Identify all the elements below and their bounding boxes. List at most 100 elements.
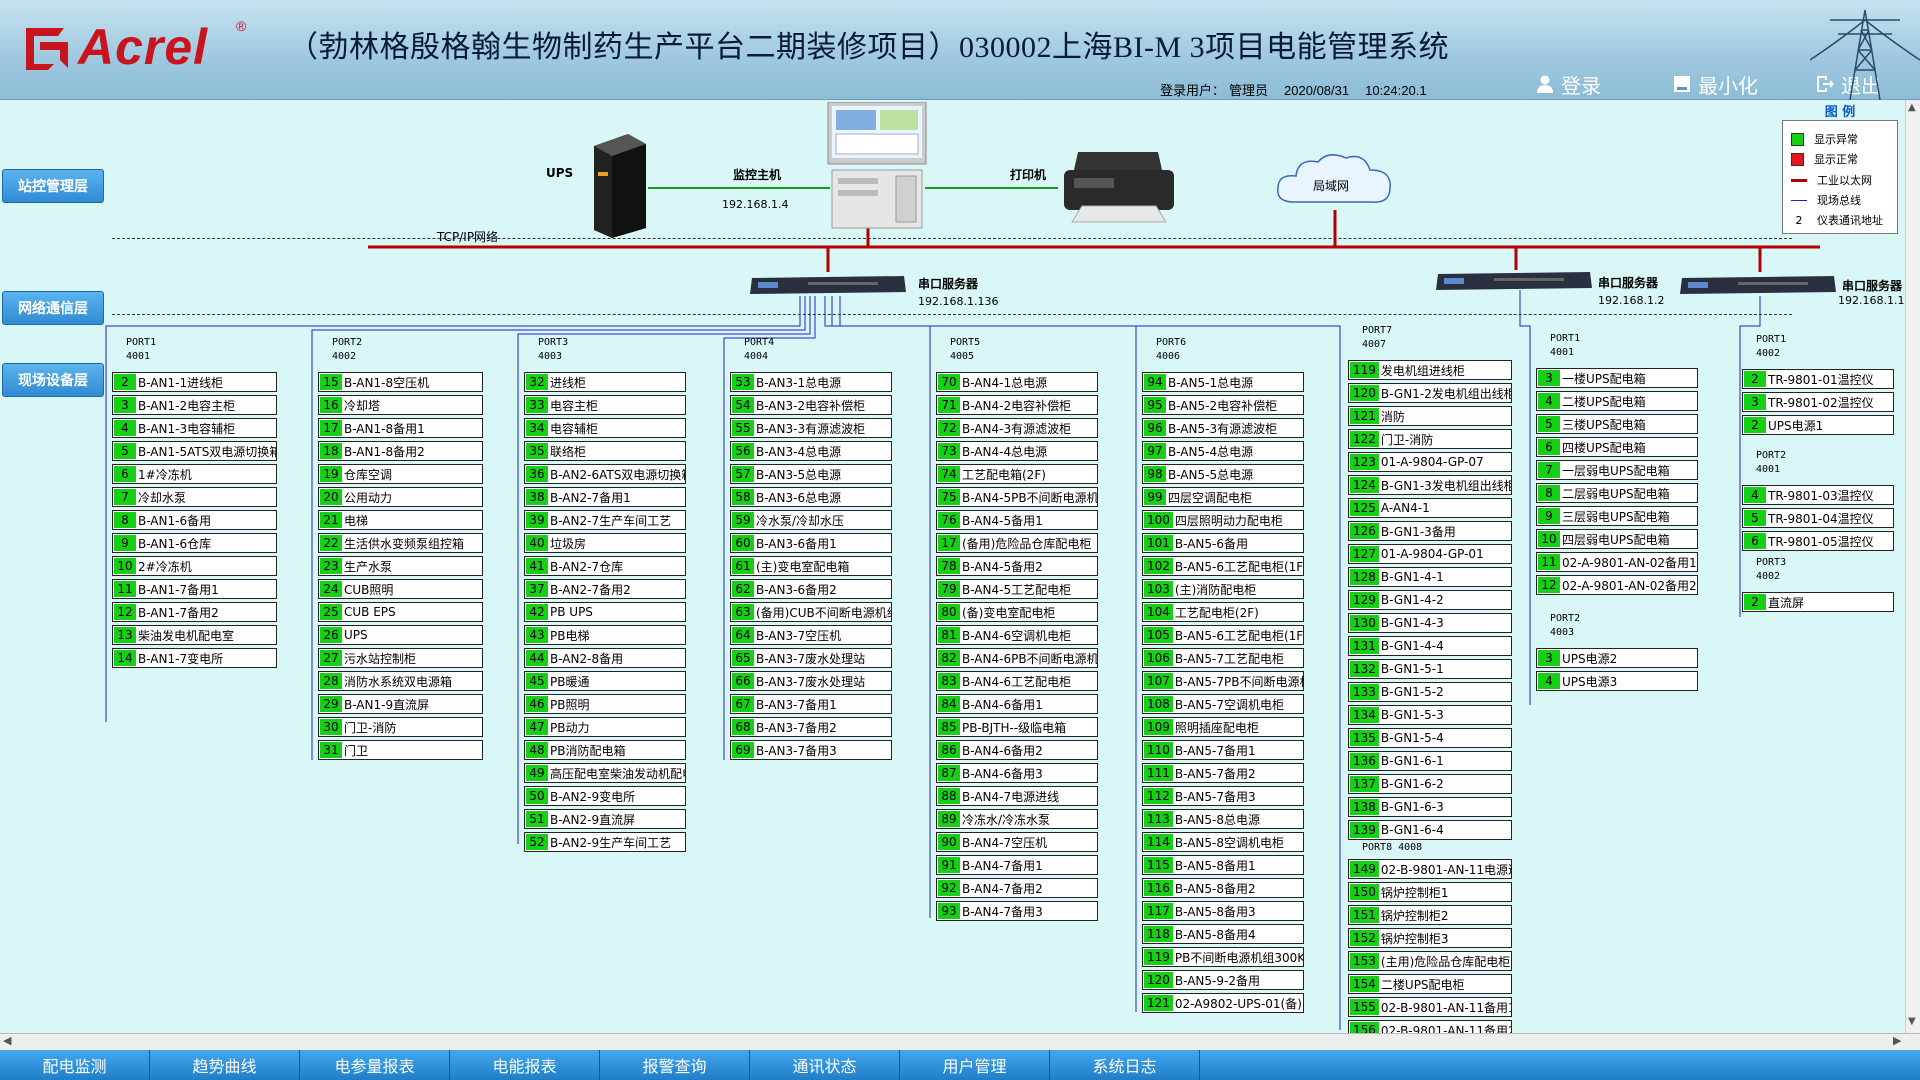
device-row[interactable]: 27 污水站控制柜 [318, 648, 483, 668]
device-row[interactable]: 10 四层弱电UPS配电箱 [1536, 529, 1698, 549]
device-row[interactable]: 135 B-GN1-5-4 [1348, 728, 1512, 748]
device-row[interactable]: 5 B-AN1-5ATS双电源切换箱 [112, 441, 277, 461]
device-row[interactable]: 66 B-AN3-7废水处理站 [730, 671, 892, 691]
device-row[interactable]: 26 UPS [318, 625, 483, 645]
device-row[interactable]: 98 B-AN5-5总电源 [1142, 464, 1304, 484]
device-row[interactable]: 87 B-AN4-6备用3 [936, 763, 1098, 783]
device-row[interactable]: 120 B-GN1-2发电机组出线柜 [1348, 383, 1512, 403]
device-row[interactable]: 94 B-AN5-1总电源 [1142, 372, 1304, 392]
device-row[interactable]: 92 B-AN4-7备用2 [936, 878, 1098, 898]
device-row[interactable]: 39 B-AN2-7生产车间工艺 [524, 510, 686, 530]
device-row[interactable]: 76 B-AN4-5备用1 [936, 510, 1098, 530]
device-row[interactable]: 75 B-AN4-5PB不间断电源机组 [936, 487, 1098, 507]
device-row[interactable]: 152 锅炉控制柜3 [1348, 928, 1512, 948]
device-row[interactable]: 129 B-GN1-4-2 [1348, 590, 1512, 610]
device-row[interactable]: 107B-AN5-7PB不间断电源机组 [1142, 671, 1304, 691]
device-row[interactable]: 5 三楼UPS配电箱 [1536, 414, 1698, 434]
device-row[interactable]: 127 01-A-9804-GP-01 [1348, 544, 1512, 564]
device-row[interactable]: 120 B-AN5-9-2备用 [1142, 970, 1304, 990]
device-row[interactable]: 132 B-GN1-5-1 [1348, 659, 1512, 679]
minimize-button[interactable]: 最小化 [1672, 72, 1758, 98]
nav-power-monitoring[interactable]: 配电监测 [0, 1050, 150, 1080]
device-row[interactable]: 108 B-AN5-7空调机电柜 [1142, 694, 1304, 714]
device-row[interactable]: 125 A-AN4-1 [1348, 498, 1512, 518]
device-row[interactable]: 104 工艺配电柜(2F) [1142, 602, 1304, 622]
device-row[interactable]: 16 冷却塔 [318, 395, 483, 415]
device-row[interactable]: 130 B-GN1-4-3 [1348, 613, 1512, 633]
device-row[interactable]: 60 B-AN3-6备用1 [730, 533, 892, 553]
scroll-right-icon[interactable]: ▶ [1893, 1034, 1901, 1047]
device-row[interactable]: 109 照明插座配电柜 [1142, 717, 1304, 737]
device-row[interactable]: 42 PB UPS [524, 602, 686, 622]
device-row[interactable]: 8 B-AN1-6备用 [112, 510, 277, 530]
nav-comm-status[interactable]: 通讯状态 [750, 1050, 900, 1080]
device-row[interactable]: 154 二楼UPS配电柜 [1348, 974, 1512, 994]
device-row[interactable]: 33 电容主柜 [524, 395, 686, 415]
device-row[interactable]: 73 B-AN4-4总电源 [936, 441, 1098, 461]
device-row[interactable]: 61 (主)变电室配电箱 [730, 556, 892, 576]
device-row[interactable]: 121 02-A9802-UPS-01(备) [1142, 993, 1304, 1013]
device-row[interactable]: 48 PB消防配电箱 [524, 740, 686, 760]
device-row[interactable]: 2 TR-9801-01温控仪 [1742, 369, 1894, 389]
device-row[interactable]: 7 一层弱电UPS配电箱 [1536, 460, 1698, 480]
device-row[interactable]: 37 B-AN2-7备用2 [524, 579, 686, 599]
scroll-up-icon[interactable]: ▲ [1908, 102, 1916, 113]
nav-parameter-report[interactable]: 电参量报表 [300, 1050, 450, 1080]
device-row[interactable]: 62 B-AN3-6备用2 [730, 579, 892, 599]
device-row[interactable]: 111 B-AN5-7备用2 [1142, 763, 1304, 783]
device-row[interactable]: 106 B-AN5-7工艺配电柜 [1142, 648, 1304, 668]
device-row[interactable]: 119 发电机组进线柜 [1348, 360, 1512, 380]
device-row[interactable]: 102 B-AN5-6工艺配电柜(1F) [1142, 556, 1304, 576]
device-row[interactable]: 57 B-AN3-5总电源 [730, 464, 892, 484]
device-row[interactable]: 17 (备用)危险品仓库配电柜 [936, 533, 1098, 553]
device-row[interactable]: 47 PB动力 [524, 717, 686, 737]
device-row[interactable]: 22 生活供水变频泵组控箱 [318, 533, 483, 553]
device-row[interactable]: 6 1#冷冻机 [112, 464, 277, 484]
device-row[interactable]: 81 B-AN4-6空调机电柜 [936, 625, 1098, 645]
device-row[interactable]: 3 TR-9801-02温控仪 [1742, 392, 1894, 412]
device-row[interactable]: 36 B-AN2-6ATS双电源切换箱 [524, 464, 686, 484]
device-row[interactable]: 23 生产水泵 [318, 556, 483, 576]
device-row[interactable]: 45 PB暖通 [524, 671, 686, 691]
device-row[interactable]: 74 工艺配电箱(2F) [936, 464, 1098, 484]
device-row[interactable]: 13 柴油发电机配电室 [112, 625, 277, 645]
device-row[interactable]: 85 PB-BJTH--级临电箱 [936, 717, 1098, 737]
device-row[interactable]: 79 B-AN4-5工艺配电柜 [936, 579, 1098, 599]
device-row[interactable]: 6 四楼UPS配电箱 [1536, 437, 1698, 457]
horizontal-scrollbar[interactable]: ◀ ▶ [0, 1033, 1920, 1050]
device-row[interactable]: 11 02-A-9801-AN-02备用1 [1536, 552, 1698, 572]
device-row[interactable]: 99 四层空调配电柜 [1142, 487, 1304, 507]
device-row[interactable]: 52 B-AN2-9生产车间工艺 [524, 832, 686, 852]
device-row[interactable]: 105 B-AN5-6工艺配电柜(1F) [1142, 625, 1304, 645]
device-row[interactable]: 58 B-AN3-6总电源 [730, 487, 892, 507]
nav-user-management[interactable]: 用户管理 [900, 1050, 1050, 1080]
device-row[interactable]: 9 三层弱电UPS配电箱 [1536, 506, 1698, 526]
device-row[interactable]: 21 电梯 [318, 510, 483, 530]
nav-energy-report[interactable]: 电能报表 [450, 1050, 600, 1080]
device-row[interactable]: 4 二楼UPS配电箱 [1536, 391, 1698, 411]
device-row[interactable]: 71 B-AN4-2电容补偿柜 [936, 395, 1098, 415]
device-row[interactable]: 2 UPS电源1 [1742, 415, 1894, 435]
device-row[interactable]: 97 B-AN5-4总电源 [1142, 441, 1304, 461]
device-row[interactable]: 91 B-AN4-7备用1 [936, 855, 1098, 875]
device-row[interactable]: 10 2#冷冻机 [112, 556, 277, 576]
nav-alarm-query[interactable]: 报警查询 [600, 1050, 750, 1080]
nav-system-log[interactable]: 系统日志 [1050, 1050, 1200, 1080]
device-row[interactable]: 65 B-AN3-7废水处理站 [730, 648, 892, 668]
device-row[interactable]: 32 进线柜 [524, 372, 686, 392]
nav-trend-curve[interactable]: 趋势曲线 [150, 1050, 300, 1080]
device-row[interactable]: 14902-B-9801-AN-11电源进线 [1348, 859, 1512, 879]
device-row[interactable]: 55 B-AN3-3有源滤波柜 [730, 418, 892, 438]
device-row[interactable]: 50 B-AN2-9变电所 [524, 786, 686, 806]
device-row[interactable]: 121 消防 [1348, 406, 1512, 426]
device-row[interactable]: 43 PB电梯 [524, 625, 686, 645]
device-row[interactable]: 25 CUB EPS [318, 602, 483, 622]
device-row[interactable]: 86 B-AN4-6备用2 [936, 740, 1098, 760]
device-row[interactable]: 2 直流屏 [1742, 592, 1894, 612]
device-row[interactable]: 80 (备)变电室配电柜 [936, 602, 1098, 622]
device-row[interactable]: 72 B-AN4-3有源滤波柜 [936, 418, 1098, 438]
device-row[interactable]: 4 UPS电源3 [1536, 671, 1698, 691]
device-row[interactable]: 35 联络柜 [524, 441, 686, 461]
device-row[interactable]: 19 仓库空调 [318, 464, 483, 484]
device-row[interactable]: 95 B-AN5-2电容补偿柜 [1142, 395, 1304, 415]
